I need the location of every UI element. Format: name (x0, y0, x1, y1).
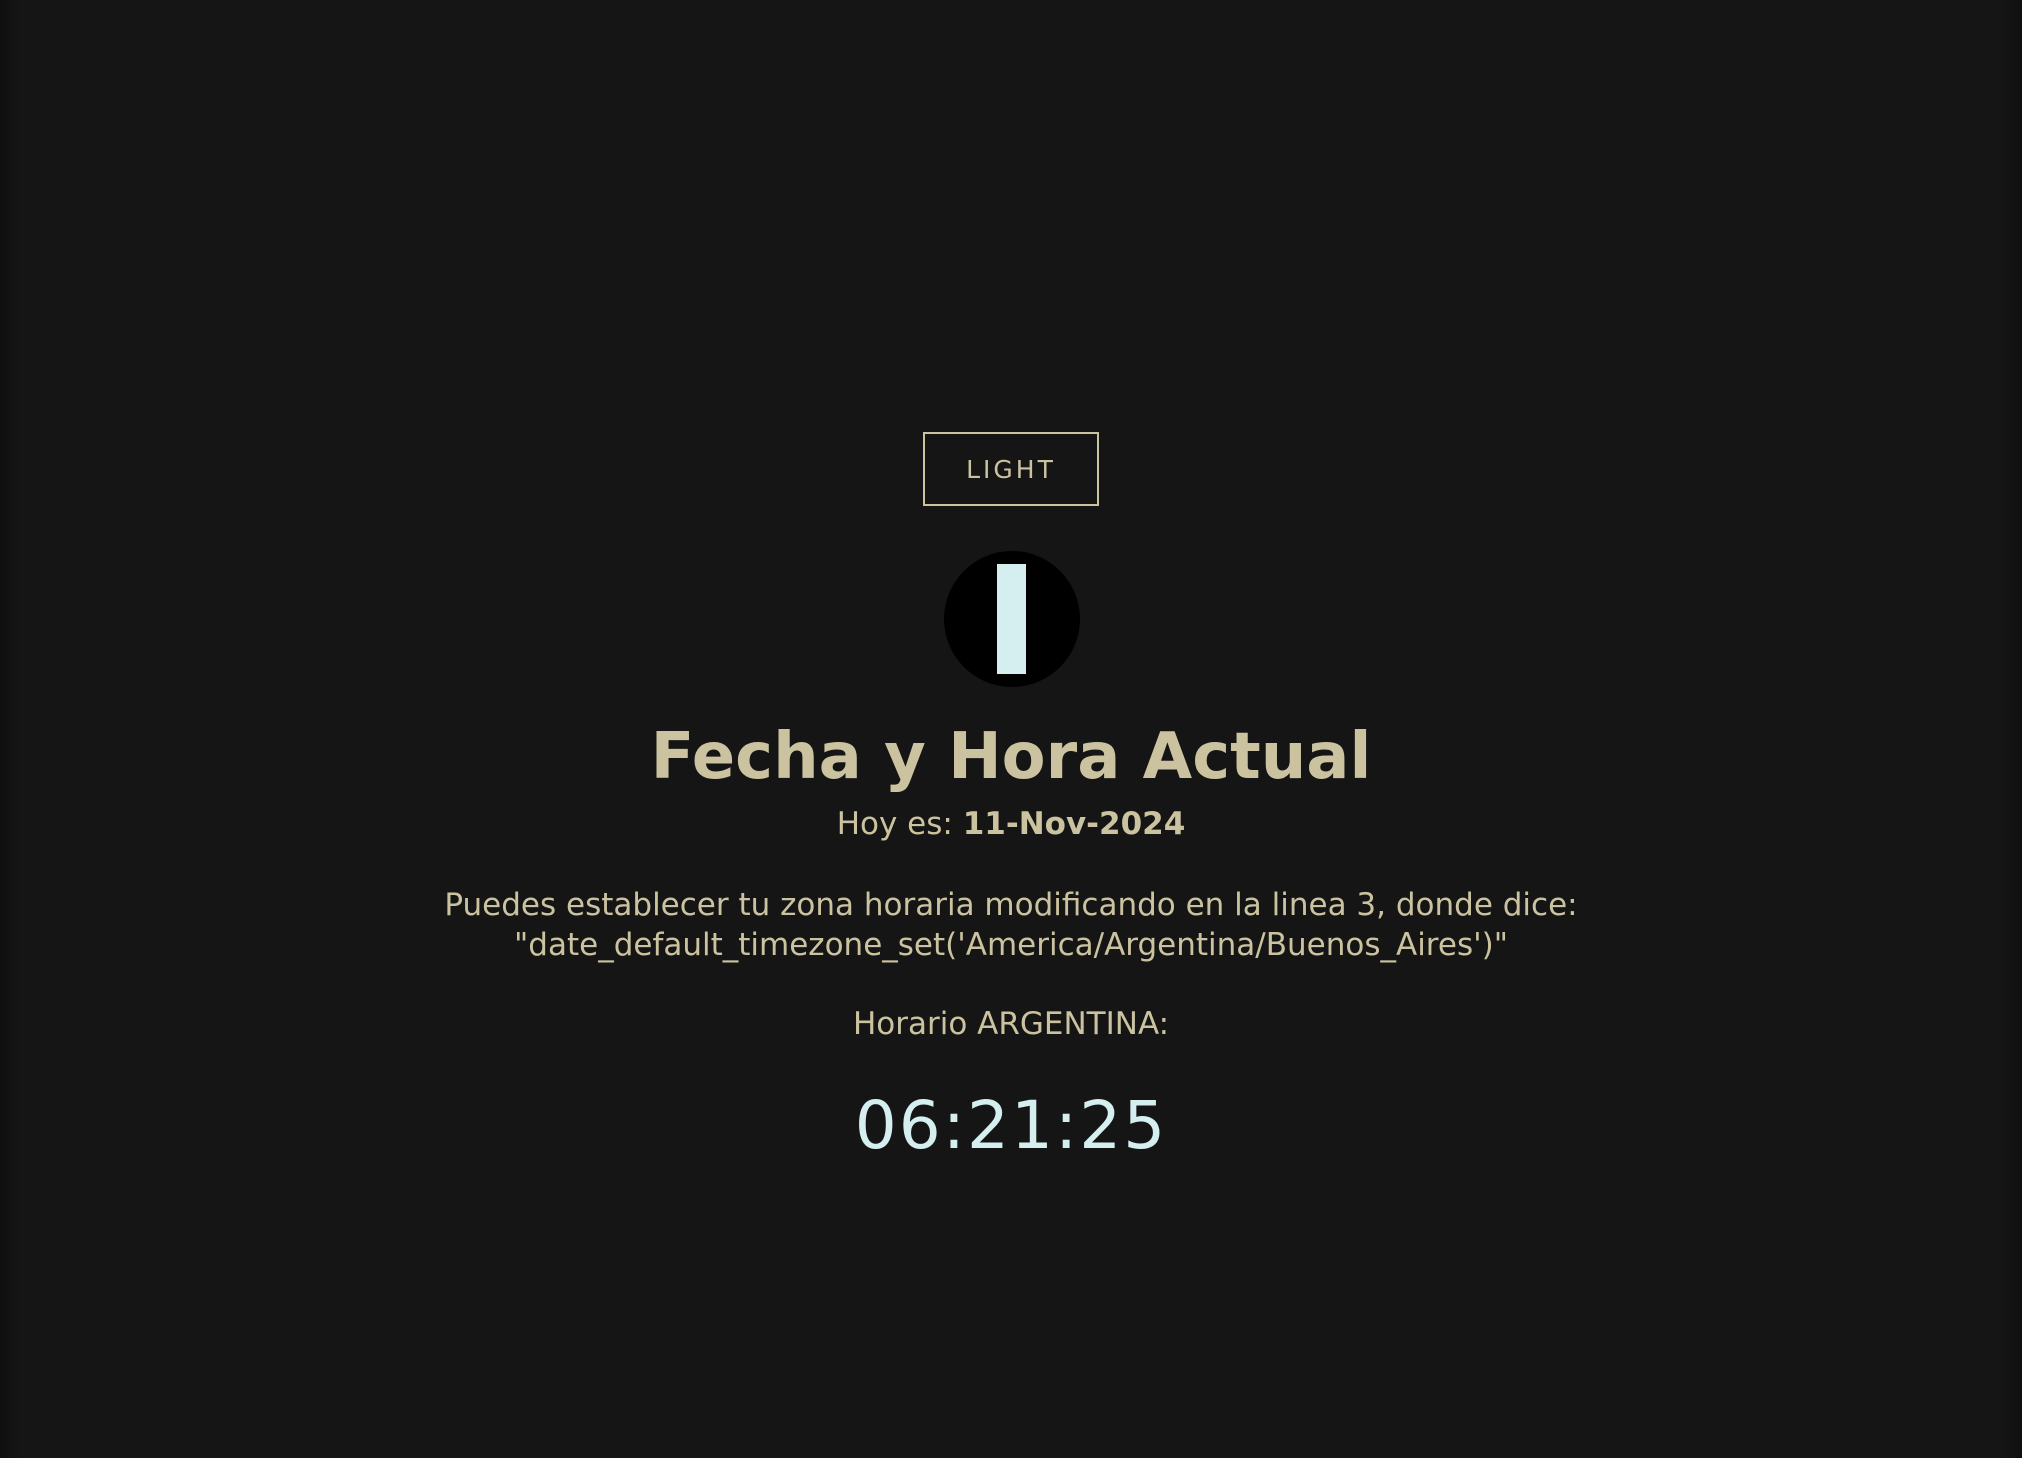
today-date: 11-Nov-2024 (962, 806, 1186, 842)
today-label: Hoy es: (836, 806, 953, 842)
timezone-instructions-line-1: Puedes establecer tu zona horaria modifi… (444, 887, 1578, 923)
timezone-instructions: Puedes establecer tu zona horaria modifi… (0, 885, 2022, 965)
theme-toggle-button[interactable]: LIGHT (923, 432, 1099, 506)
current-time: 06:21:25 (854, 1087, 1168, 1164)
main-content: LIGHT Fecha y Hora Actual Hoy es: 11-Nov… (0, 0, 2022, 1458)
page-title: Fecha y Hora Actual (650, 720, 1372, 794)
timezone-instructions-line-2: "date_default_timezone_set('America/Arge… (514, 927, 1508, 963)
clock-icon (944, 551, 1080, 687)
clock-icon-bar (997, 564, 1026, 674)
today-line: Hoy es: 11-Nov-2024 (0, 806, 2022, 842)
timezone-label: Horario ARGENTINA: (852, 1006, 1170, 1042)
